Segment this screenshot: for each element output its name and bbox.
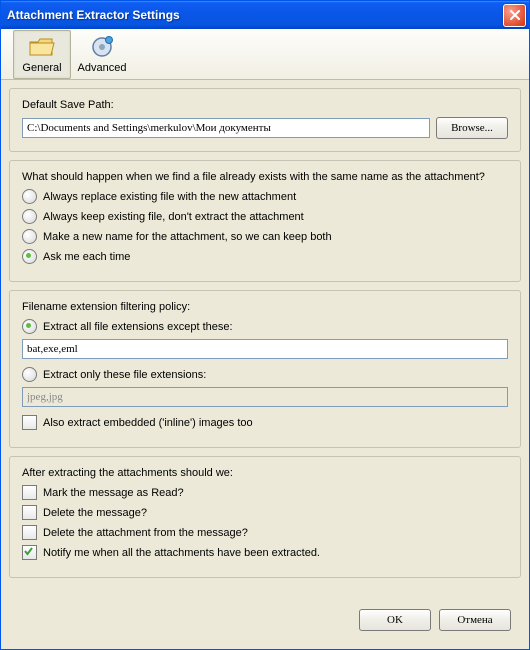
radio-icon xyxy=(22,209,37,224)
cancel-button[interactable]: Отмена xyxy=(439,609,511,631)
overwrite-question: What should happen when we find a file a… xyxy=(22,171,508,183)
radio-ask[interactable]: Ask me each time xyxy=(22,249,508,264)
checkbox-icon xyxy=(22,525,37,540)
folder-icon xyxy=(28,34,56,60)
radio-icon xyxy=(22,229,37,244)
check-delete-message-label: Delete the message? xyxy=(43,507,147,519)
radio-only-label: Extract only these file extensions: xyxy=(43,369,206,381)
check-inline-images[interactable]: Also extract embedded ('inline') images … xyxy=(22,415,508,430)
tab-general-label: General xyxy=(22,62,61,74)
group-overwrite-policy: What should happen when we find a file a… xyxy=(9,160,521,282)
after-title: After extracting the attachments should … xyxy=(22,467,508,479)
radio-rename-label: Make a new name for the attachment, so w… xyxy=(43,231,332,243)
filter-title: Filename extension filtering policy: xyxy=(22,301,508,313)
check-delete-attachment[interactable]: Delete the attachment from the message? xyxy=(22,525,508,540)
ok-button[interactable]: OK xyxy=(359,609,431,631)
tab-toolbar: General Advanced xyxy=(1,29,529,80)
close-icon xyxy=(509,9,521,21)
tab-advanced[interactable]: Advanced xyxy=(73,30,131,79)
checkbox-icon xyxy=(22,415,37,430)
radio-icon xyxy=(22,319,37,334)
radio-only[interactable]: Extract only these file extensions: xyxy=(22,367,508,382)
radio-keep[interactable]: Always keep existing file, don't extract… xyxy=(22,209,508,224)
check-mark-read-label: Mark the message as Read? xyxy=(43,487,184,499)
group-after-extract: After extracting the attachments should … xyxy=(9,456,521,578)
radio-icon xyxy=(22,249,37,264)
only-extensions-input xyxy=(22,387,508,407)
check-mark-read[interactable]: Mark the message as Read? xyxy=(22,485,508,500)
tab-general[interactable]: General xyxy=(13,30,71,79)
check-delete-attachment-label: Delete the attachment from the message? xyxy=(43,527,248,539)
close-button[interactable] xyxy=(503,4,526,27)
radio-rename[interactable]: Make a new name for the attachment, so w… xyxy=(22,229,508,244)
radio-replace[interactable]: Always replace existing file with the ne… xyxy=(22,189,508,204)
radio-ask-label: Ask me each time xyxy=(43,251,130,263)
radio-except-label: Extract all file extensions except these… xyxy=(43,321,233,333)
radio-keep-label: Always keep existing file, don't extract… xyxy=(43,211,304,223)
tab-advanced-label: Advanced xyxy=(78,62,127,74)
check-inline-label: Also extract embedded ('inline') images … xyxy=(43,417,253,429)
checkbox-icon xyxy=(22,505,37,520)
window-title: Attachment Extractor Settings xyxy=(7,8,503,22)
browse-button[interactable]: Browse... xyxy=(436,117,508,139)
radio-replace-label: Always replace existing file with the ne… xyxy=(43,191,296,203)
check-notify[interactable]: Notify me when all the attachments have … xyxy=(22,545,508,560)
content-area: Default Save Path: Browse... What should… xyxy=(1,80,529,649)
save-path-input[interactable] xyxy=(22,118,430,138)
checkbox-icon xyxy=(22,545,37,560)
dialog-footer: OK Отмена xyxy=(9,603,521,641)
group-save-path: Default Save Path: Browse... xyxy=(9,88,521,152)
check-notify-label: Notify me when all the attachments have … xyxy=(43,547,320,559)
check-delete-message[interactable]: Delete the message? xyxy=(22,505,508,520)
radio-except[interactable]: Extract all file extensions except these… xyxy=(22,319,508,334)
gear-icon xyxy=(89,34,115,60)
save-path-label: Default Save Path: xyxy=(22,99,508,111)
except-extensions-input[interactable] xyxy=(22,339,508,359)
radio-icon xyxy=(22,189,37,204)
group-extension-filter: Filename extension filtering policy: Ext… xyxy=(9,290,521,448)
radio-icon xyxy=(22,367,37,382)
checkbox-icon xyxy=(22,485,37,500)
settings-dialog: Attachment Extractor Settings General Ad… xyxy=(0,0,530,650)
title-bar[interactable]: Attachment Extractor Settings xyxy=(1,1,529,29)
